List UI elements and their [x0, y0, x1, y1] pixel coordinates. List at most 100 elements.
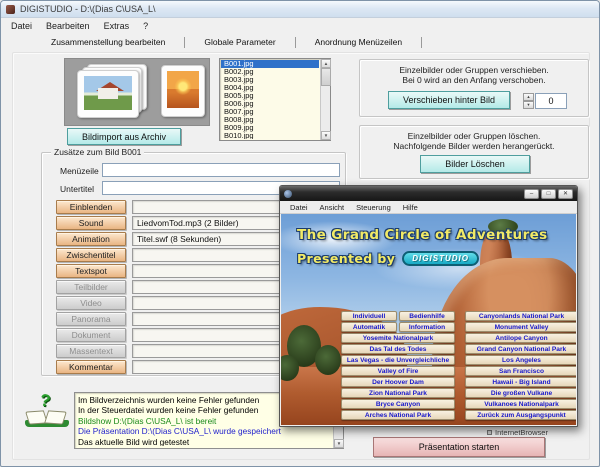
scroll-down-icon[interactable]: ▼ [321, 131, 331, 140]
zusatz-title: Zusätze zum Bild B001 [51, 147, 144, 157]
window-title: DIGISTUDIO - D:\(Dias C\USA_L\ [20, 4, 156, 14]
move-groupbox: Einzelbilder oder Gruppen verschieben. B… [359, 59, 589, 117]
massentext-button: Massentext [56, 344, 126, 358]
menu-button-zurueck[interactable]: Zurück zum Ausgangspunkt [465, 410, 576, 420]
scroll-thumb[interactable] [321, 68, 331, 86]
tab-separator [295, 37, 296, 48]
menu-button-grand-canyon[interactable]: Grand Canyon National Park [465, 344, 576, 354]
preview-title-bar[interactable]: – □ ✕ [280, 186, 577, 201]
zwischentitel-button[interactable]: Zwischentitel [56, 248, 126, 262]
archive-slide [161, 65, 205, 117]
preview-menu-ansicht[interactable]: Ansicht [314, 203, 351, 212]
house-body [98, 88, 117, 100]
image-listbox[interactable]: B001.jpg B002.jpg B003.jpg B004.jpg B005… [219, 58, 331, 141]
menu-bar: Datei Bearbeiten Extras ? [1, 18, 599, 33]
tab-zusammenstellung[interactable]: Zusammenstellung bearbeiten [45, 35, 171, 49]
einblenden-button[interactable]: Einblenden [56, 200, 126, 214]
delete-groupbox: Einzelbilder oder Gruppen löschen. Nachf… [359, 125, 589, 179]
menuzeile-input[interactable] [102, 163, 340, 177]
move-text-line2: Bei 0 wird an den Anfang verschoben. [360, 75, 588, 85]
menu-button-monument-valley[interactable]: Monument Valley [465, 322, 576, 332]
title-bar[interactable]: DIGISTUDIO - D:\(Dias C\USA_L\ [1, 1, 599, 18]
preview-window: – □ ✕ Datei Ansicht Steuerung Hilfe The … [279, 185, 578, 427]
preview-menu-datei[interactable]: Datei [284, 203, 314, 212]
kommentar-button[interactable]: Kommentar [56, 360, 126, 374]
status-line: Die Präsentation D:\(Dias C\USA_L\ wurde… [78, 426, 331, 436]
bilder-loeschen-button[interactable]: Bilder Löschen [420, 155, 530, 173]
verschieben-button[interactable]: Verschieben hinter Bild [388, 91, 510, 109]
list-scrollbar[interactable]: ▲ ▼ [320, 59, 330, 140]
preview-menu-hilfe[interactable]: Hilfe [397, 203, 424, 212]
menu-button-yosemite[interactable]: Yosemite Nationalpark [341, 333, 455, 343]
panorama-button: Panorama [56, 312, 126, 326]
tab-anordnung-menuzeilen[interactable]: Anordnung Menüzeilen [309, 35, 408, 49]
menu-button-antilope-canyon[interactable]: Antilope Canyon [465, 333, 576, 343]
menu-extras[interactable]: Extras [97, 20, 137, 32]
tab-separator [421, 37, 422, 48]
menu-button-las-vegas[interactable]: Las Vegas - die Unvergleichliche [341, 355, 455, 365]
dokument-button: Dokument [56, 328, 126, 342]
preview-window-icon [284, 190, 292, 198]
slide-import-graphic [64, 58, 210, 126]
menu-datei[interactable]: Datei [4, 20, 39, 32]
menu-button-arches[interactable]: Arches National Park [341, 410, 455, 420]
sunset-photo-thumbnail [167, 71, 199, 108]
menu-button-hawaii[interactable]: Hawaii - Big Island [465, 377, 576, 387]
position-value[interactable]: 0 [535, 93, 567, 109]
house-photo-thumbnail [84, 76, 132, 110]
menu-button-information[interactable]: Information [399, 322, 455, 332]
textspot-button[interactable]: Textspot [56, 264, 126, 278]
maximize-icon[interactable]: □ [541, 189, 556, 199]
menu-bearbeiten[interactable]: Bearbeiten [39, 20, 97, 32]
internet-browser-option[interactable]: InternetBrowser [487, 428, 548, 437]
tab-globale-parameter[interactable]: Globale Parameter [198, 35, 281, 49]
tab-bar: Zusammenstellung bearbeiten Globale Para… [1, 33, 599, 51]
menu-help[interactable]: ? [136, 20, 155, 32]
bildimport-button[interactable]: Bildimport aus Archiv [67, 128, 181, 145]
menu-button-valley-of-fire[interactable]: Valley of Fire [341, 366, 455, 376]
spinner-up-icon[interactable]: ▲ [523, 93, 534, 101]
scroll-up-icon[interactable]: ▲ [321, 59, 331, 68]
slide-stack-front [77, 70, 139, 118]
help-book-icon: ? [25, 394, 69, 430]
tree [315, 345, 341, 375]
menu-button-vulkanoes[interactable]: Vulkanoes Nationalpark [465, 399, 576, 409]
spinner-down-icon[interactable]: ▼ [523, 101, 534, 109]
list-item[interactable]: B010.jpg [221, 132, 319, 139]
menu-button-zion[interactable]: Zion National Park [341, 388, 455, 398]
move-text-line1: Einzelbilder oder Gruppen verschieben. [360, 65, 588, 75]
minimize-icon[interactable]: – [524, 189, 539, 199]
menu-button-hoover-dam[interactable]: Der Hoover Dam [341, 377, 455, 387]
internet-browser-label: InternetBrowser [495, 428, 548, 437]
animation-button[interactable]: Animation [56, 232, 126, 246]
untertitel-label: Untertitel [60, 184, 94, 194]
preview-photo: The Grand Circle of Adventures Presented… [281, 214, 576, 425]
preview-menu-steuerung[interactable]: Steuerung [350, 203, 397, 212]
preview-heading: The Grand Circle of Adventures [297, 227, 548, 243]
digistudio-logo: DIGISTUDIO [402, 251, 479, 266]
teilbilder-button: Teilbilder [56, 280, 126, 294]
menuzeile-label: Menüzeile [60, 166, 99, 176]
app-icon [6, 5, 15, 14]
menu-button-bedienhilfe[interactable]: Bedienhilfe [399, 311, 455, 321]
preview-menu-grid-left: Individuell Bedienhilfe Automatik Inform… [341, 311, 455, 421]
praesentation-starten-button[interactable]: Präsentation starten [373, 437, 545, 457]
status-line: Das aktuelle Bild wird getestet [78, 437, 331, 446]
video-button: Video [56, 296, 126, 310]
menu-button-san-francisco[interactable]: San Francisco [465, 366, 576, 376]
presented-by-text: Presented by [297, 251, 395, 266]
close-icon[interactable]: ✕ [558, 189, 573, 199]
menu-button-grosse-vulkane[interactable]: Die großen Vulkane [465, 388, 576, 398]
checkbox-icon[interactable] [487, 430, 492, 435]
menu-button-canyonlands[interactable]: Canyonlands National Park [465, 311, 576, 321]
preview-menu-grid-right: Canyonlands National Park Monument Valle… [465, 311, 576, 421]
menu-button-individuell[interactable]: Individuell [341, 311, 397, 321]
image-list: B001.jpg B002.jpg B003.jpg B004.jpg B005… [221, 60, 319, 139]
sound-button[interactable]: Sound [56, 216, 126, 230]
menu-button-bryce[interactable]: Bryce Canyon [341, 399, 455, 409]
preview-subheading-row: Presented by DIGISTUDIO [297, 251, 479, 266]
menu-button-automatik[interactable]: Automatik [341, 322, 397, 332]
scroll-down-icon[interactable]: ▼ [334, 439, 344, 448]
menu-button-los-angeles[interactable]: Los Angeles [465, 355, 576, 365]
menu-button-tal-des-todes[interactable]: Das Tal des Todes [341, 344, 455, 354]
